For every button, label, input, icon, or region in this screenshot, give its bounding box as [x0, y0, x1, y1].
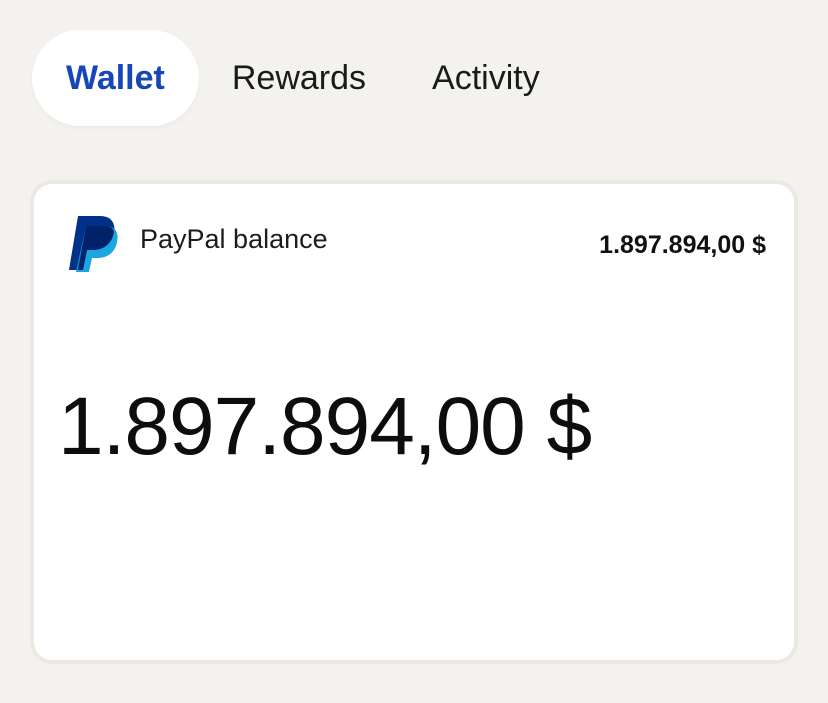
balance-card-header: PayPal balance 1.897.894,00 $	[66, 212, 766, 272]
paypal-balance-card[interactable]: PayPal balance 1.897.894,00 $ 1.897.894,…	[34, 184, 794, 660]
paypal-logo-icon	[69, 216, 118, 272]
header-balance-amount: 1.897.894,00 $	[599, 230, 766, 259]
tab-wallet[interactable]: Wallet	[32, 30, 199, 126]
tab-bar: Wallet Rewards Activity	[32, 30, 573, 126]
tab-rewards[interactable]: Rewards	[199, 30, 399, 126]
tab-activity[interactable]: Activity	[399, 30, 573, 126]
account-name: PayPal balance	[140, 223, 328, 254]
main-balance-amount: 1.897.894,00 $	[58, 381, 592, 472]
